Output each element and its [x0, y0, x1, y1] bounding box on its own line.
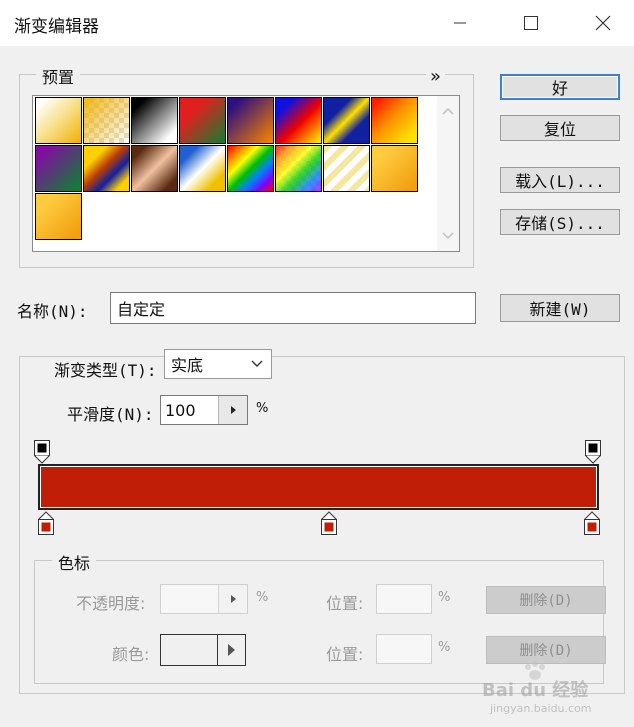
- maximize-icon: [524, 16, 538, 30]
- window-title: 渐变编辑器: [14, 17, 99, 37]
- color-stop-right[interactable]: [583, 510, 603, 536]
- preset-swatch[interactable]: [35, 145, 82, 192]
- gradient-bar[interactable]: [38, 464, 599, 510]
- smoothness-unit: %: [256, 401, 269, 416]
- preset-swatch[interactable]: [131, 145, 178, 192]
- delete-opacity-stop-button[interactable]: 删除(D): [486, 586, 606, 614]
- triangle-right-icon: [231, 406, 236, 414]
- watermark-url: jingyan.baidu.com: [490, 702, 592, 715]
- color-location-unit: %: [438, 640, 451, 655]
- close-button[interactable]: [580, 0, 626, 46]
- gradient-type-label: 渐变类型(T):: [50, 357, 161, 381]
- color-stops-legend: 色标: [52, 550, 97, 574]
- watermark-brand: Bai du 经验: [482, 680, 589, 701]
- ok-button[interactable]: 好: [500, 74, 620, 100]
- minimize-icon: [454, 22, 466, 24]
- opacity-label: 不透明度:: [76, 594, 146, 613]
- opacity-location-label: 位置:: [326, 594, 364, 613]
- preset-swatch[interactable]: [323, 145, 370, 192]
- title-bar: 渐变编辑器: [0, 0, 634, 46]
- watermark: Bai du 经验 jingyan.baidu.com: [482, 660, 632, 724]
- minimize-button[interactable]: [437, 0, 483, 46]
- save-button[interactable]: 存储(S)...: [500, 209, 620, 235]
- opacity-stop-left[interactable]: [33, 439, 53, 465]
- preset-swatch[interactable]: [83, 97, 130, 144]
- opacity-unit: %: [256, 590, 269, 605]
- gradient-type-select[interactable]: 实底: [164, 349, 272, 379]
- triangle-right-icon: [231, 595, 236, 603]
- presets-legend: 预置: [36, 64, 81, 88]
- color-midpoint-stop[interactable]: [320, 510, 340, 536]
- reset-button[interactable]: 复位: [500, 115, 620, 141]
- presets-menu-button[interactable]: »: [426, 66, 446, 87]
- triangle-right-icon: [228, 644, 235, 656]
- opacity-stepper-button[interactable]: [218, 585, 247, 613]
- chevron-down-icon: [251, 360, 263, 367]
- preset-swatch[interactable]: [275, 97, 322, 144]
- smoothness-value: 100: [165, 400, 196, 420]
- smoothness-stepper-button[interactable]: [218, 396, 247, 424]
- close-icon: [595, 15, 611, 31]
- load-button[interactable]: 载入(L)...: [500, 167, 620, 193]
- preset-swatch[interactable]: [227, 97, 274, 144]
- color-swatch-picker[interactable]: [160, 634, 246, 666]
- smoothness-label: 平滑度(N):: [67, 405, 154, 424]
- preset-swatch[interactable]: [131, 97, 178, 144]
- opacity-location-unit: %: [438, 590, 451, 605]
- color-label: 颜色:: [112, 645, 150, 664]
- presets-scrollbar[interactable]: [437, 96, 459, 251]
- color-location-input[interactable]: [376, 634, 432, 664]
- preset-swatch[interactable]: [275, 145, 322, 192]
- preset-swatch[interactable]: [179, 145, 226, 192]
- new-button[interactable]: 新建(W): [500, 294, 620, 322]
- scrollbar-arrows-icon: [442, 107, 454, 240]
- preset-swatch[interactable]: [227, 145, 274, 192]
- opacity-location-input[interactable]: [376, 584, 432, 614]
- preset-swatch[interactable]: [323, 97, 370, 144]
- preset-swatch[interactable]: [35, 193, 82, 240]
- gradient-bar-fill: [41, 467, 596, 507]
- color-location-label: 位置:: [326, 645, 364, 664]
- maximize-button[interactable]: [508, 0, 554, 46]
- gradient-type-value: 实底: [171, 356, 204, 375]
- preset-swatch[interactable]: [179, 97, 226, 144]
- preset-swatch[interactable]: [83, 145, 130, 192]
- name-input[interactable]: 自定定: [110, 292, 476, 324]
- preset-swatch[interactable]: [35, 97, 82, 144]
- color-stop-left[interactable]: [37, 510, 57, 536]
- name-input-value: 自定定: [117, 300, 166, 319]
- name-label: 名称(N):: [17, 302, 88, 321]
- opacity-stop-right[interactable]: [584, 439, 604, 465]
- preset-swatch[interactable]: [371, 145, 418, 192]
- preset-swatch[interactable]: [371, 97, 418, 144]
